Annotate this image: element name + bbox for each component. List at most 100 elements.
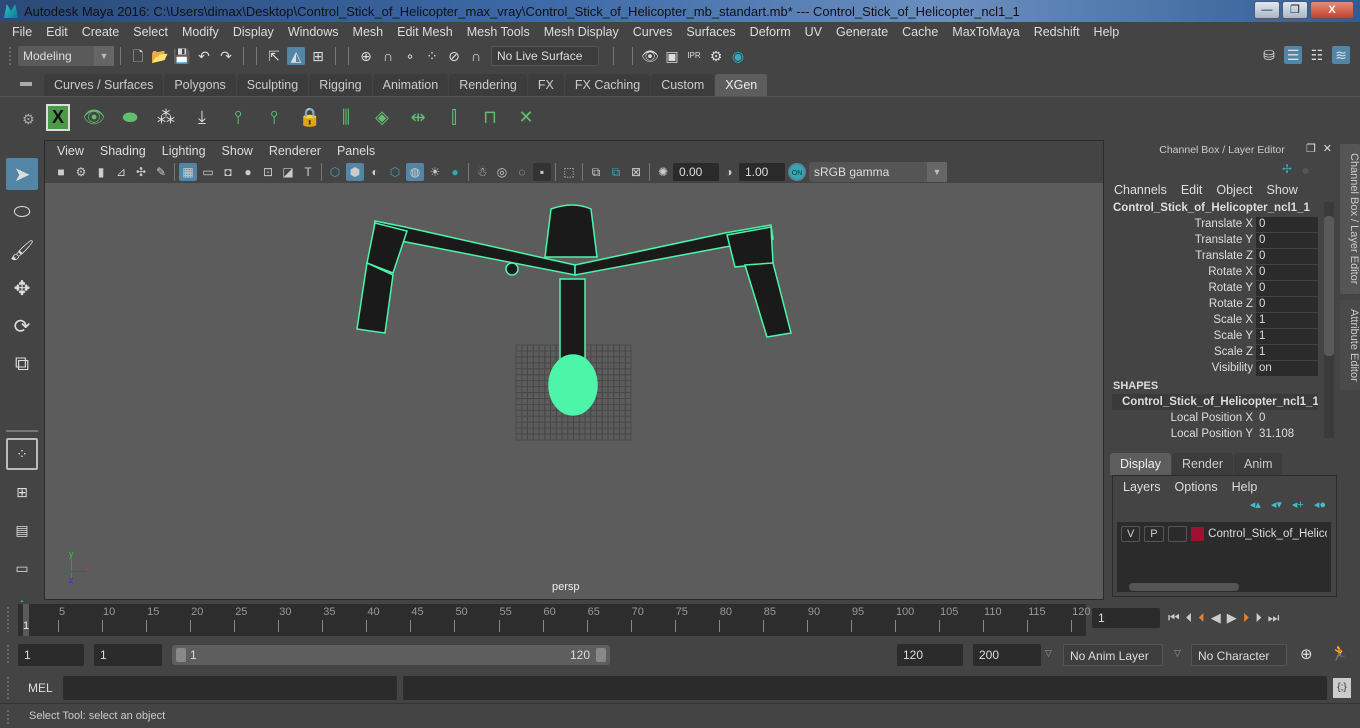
rotate-tool-icon[interactable]: ⟳ — [6, 310, 38, 342]
menu-file[interactable]: File — [5, 25, 39, 39]
use-all-lights-icon[interactable]: ☀ — [426, 163, 444, 181]
range-slider[interactable]: 1 120 — [172, 645, 610, 665]
select-component-icon[interactable]: ⊞ — [309, 47, 327, 65]
scale-tool-icon[interactable]: ⧉ — [6, 348, 38, 380]
menu-cache[interactable]: Cache — [895, 25, 945, 39]
go-to-start-icon[interactable]: ⏮ — [1168, 610, 1180, 626]
film-gate-icon[interactable]: ▭ — [199, 163, 217, 181]
four-pane-layout-icon[interactable]: ⊞ — [6, 476, 38, 508]
edit-menu[interactable]: Edit — [1181, 183, 1203, 197]
channel-row[interactable]: Translate Z0 — [1106, 248, 1338, 264]
single-pane-layout-icon[interactable]: ⁘ — [6, 438, 38, 470]
character-set-dropdown[interactable]: No Character Set — [1191, 644, 1287, 685]
modeling-toolkit-icon[interactable]: ⛁ — [1260, 46, 1278, 64]
screen-space-ao-icon[interactable]: ☃ — [473, 163, 491, 181]
drag-grip[interactable] — [6, 606, 10, 632]
new-layer-icon[interactable]: ◂+ — [1292, 498, 1304, 511]
channel-row[interactable]: Local Position Y 31.108 — [1106, 426, 1338, 442]
select-hierarchy-icon[interactable]: ⇱ — [265, 47, 283, 65]
scale-guides-icon[interactable]: ⊓ — [476, 102, 504, 132]
chevron-down-icon[interactable]: ▽ — [1045, 648, 1052, 659]
script-language-toggle[interactable]: MEL — [28, 681, 53, 695]
anim-end-field[interactable]: 200 — [973, 644, 1041, 666]
shelf-settings-gear-icon[interactable]: ⚙ — [22, 111, 35, 128]
play-backwards-icon[interactable]: ◀ — [1211, 610, 1221, 626]
script-editor-icon[interactable]: {;} — [1333, 678, 1351, 698]
command-input[interactable] — [63, 676, 397, 700]
layer-visibility-toggle[interactable]: V — [1121, 526, 1141, 542]
chevron-down-icon[interactable]: ▼ — [927, 162, 947, 182]
go-to-end-icon[interactable]: ⏭ — [1268, 610, 1280, 626]
textured-icon[interactable]: ◍ — [406, 163, 424, 181]
camera-attributes-icon[interactable]: ⚙ — [72, 163, 90, 181]
exposure-icon[interactable]: ✺ — [654, 163, 672, 181]
2d-pan-zoom-icon[interactable]: ✣ — [132, 163, 150, 181]
channel-value[interactable]: 1 — [1256, 328, 1318, 344]
render-frame-icon[interactable]: ▣ — [663, 47, 681, 65]
step-back-frame-icon[interactable]: ⏴ — [1186, 610, 1193, 626]
viewport-menu-show[interactable]: Show — [214, 144, 261, 158]
bookmark-icon[interactable]: ▮ — [92, 163, 110, 181]
shelf-tab-rendering[interactable]: Rendering — [449, 74, 527, 96]
menu-generate[interactable]: Generate — [829, 25, 895, 39]
channel-row[interactable]: Scale X1 — [1106, 312, 1338, 328]
viewport-canvas[interactable]: y x z persp — [45, 183, 1103, 599]
shelf-tab-fx-caching[interactable]: FX Caching — [564, 74, 651, 96]
viewport-menu-renderer[interactable]: Renderer — [261, 144, 329, 158]
help-menu[interactable]: Help — [1232, 480, 1258, 494]
options-menu[interactable]: Options — [1175, 480, 1218, 494]
channels-menu[interactable]: Channels — [1114, 183, 1167, 197]
mode-selector[interactable]: Modeling ▼ — [18, 46, 114, 66]
add-guide-icon[interactable]: ⫯ — [224, 102, 252, 132]
menu-windows[interactable]: Windows — [281, 25, 346, 39]
manipulator-icon[interactable]: ✢ — [1282, 162, 1292, 176]
persp-graph-layout-icon[interactable]: ▭ — [6, 552, 38, 584]
undo-icon[interactable]: ↶ — [195, 47, 213, 65]
channel-value[interactable]: 31.108 — [1256, 427, 1318, 442]
new-layer-selected-icon[interactable]: ◂● — [1314, 498, 1326, 511]
drag-grip[interactable] — [8, 46, 12, 66]
layer-row[interactable]: V P Control_Stick_of_Helicopter — [1117, 522, 1331, 546]
drag-grip[interactable] — [6, 709, 10, 725]
shelf-tab-polygons[interactable]: Polygons — [164, 74, 236, 96]
snap-curve-icon[interactable]: ∩ — [379, 47, 397, 65]
layer-tab-display[interactable]: Display — [1110, 453, 1171, 475]
channel-row[interactable]: Translate X0 — [1106, 216, 1338, 232]
depth-of-field-icon[interactable]: ▪ — [533, 163, 551, 181]
playback-start-field[interactable]: 1 — [94, 644, 162, 666]
chevron-down-icon[interactable]: ▼ — [94, 46, 114, 66]
delete-guides-icon[interactable]: ✕ — [512, 102, 540, 132]
shelf-tab-sculpting[interactable]: Sculpting — [236, 74, 309, 96]
scrollbar-thumb[interactable] — [1324, 216, 1334, 356]
lasso-tool-icon[interactable]: ⬭ — [6, 196, 38, 228]
channel-row[interactable]: Rotate X0 — [1106, 264, 1338, 280]
speed-icon[interactable]: ● — [1302, 162, 1310, 178]
shelf-tab-custom[interactable]: Custom — [651, 74, 715, 96]
layer-playback-toggle[interactable]: P — [1144, 526, 1164, 542]
viewport-menu-lighting[interactable]: Lighting — [154, 144, 214, 158]
range-end-handle[interactable] — [596, 648, 606, 662]
shelf-tab-fx[interactable]: FX — [527, 74, 564, 96]
show-menu[interactable]: Show — [1267, 183, 1298, 197]
object-name[interactable]: Control_Stick_of_Helicopter_ncl1_1 — [1106, 200, 1338, 216]
float-panel-icon[interactable]: ❐ — [1306, 142, 1316, 155]
render-view-icon[interactable]: 👁 — [641, 47, 659, 65]
channel-value[interactable]: 0 — [1256, 280, 1318, 296]
select-object-icon[interactable]: ◭ — [287, 47, 305, 65]
shadows-icon[interactable]: ● — [446, 163, 464, 181]
anti-aliasing-icon[interactable]: ◌ — [513, 163, 531, 181]
exposure-field[interactable]: 0.00 — [673, 163, 719, 181]
viewport-menu-panels[interactable]: Panels — [329, 144, 383, 158]
resolution-gate-icon[interactable]: ◘ — [219, 163, 237, 181]
camera-icon[interactable]: ■ — [52, 163, 70, 181]
layer-color-swatch[interactable] — [1190, 527, 1205, 541]
anim-layer-dropdown[interactable]: No Anim Layer — [1063, 644, 1163, 666]
channel-value[interactable]: on — [1256, 360, 1318, 376]
menu-surfaces[interactable]: Surfaces — [679, 25, 742, 39]
new-scene-icon[interactable]: 🗋 — [129, 47, 147, 65]
menu-edit[interactable]: Edit — [39, 25, 75, 39]
current-frame-field[interactable]: 1 — [1092, 608, 1160, 628]
viewport-menu-view[interactable]: View — [49, 144, 92, 158]
xray-icon[interactable]: ⬡ — [386, 163, 404, 181]
rebuild-guides-icon[interactable]: ⇹ — [404, 102, 432, 132]
